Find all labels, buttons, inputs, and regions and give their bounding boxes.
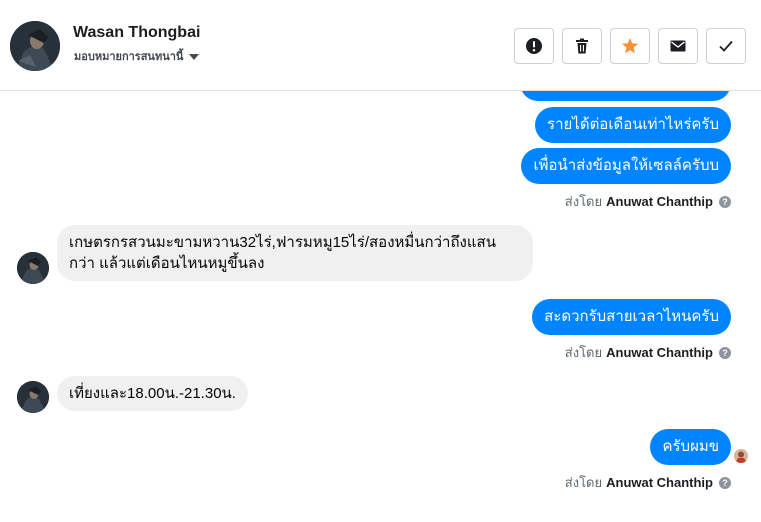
- sent-by-prefix: ส่งโดย: [564, 345, 603, 360]
- exclamation-icon: [526, 38, 542, 54]
- mark-done-button[interactable]: [706, 28, 746, 64]
- contact-avatar[interactable]: [10, 21, 60, 71]
- sent-by-label: ส่งโดย Anuwat Chanthip ?: [565, 472, 731, 493]
- contact-avatar-small[interactable]: [17, 381, 49, 413]
- message-text: ครับผมข: [662, 438, 719, 455]
- help-icon[interactable]: ?: [719, 346, 731, 359]
- star-icon: [622, 38, 638, 54]
- message-thread[interactable]: รายได้ต่อเดือนเท่าไหร่ครับ เพื่อนำส่งข้อ…: [0, 91, 761, 522]
- contact-avatar-small[interactable]: [17, 252, 49, 284]
- checkmark-icon: [719, 40, 733, 52]
- message-bubble-out[interactable]: เพื่อนำส่งข้อมูลให้เซลล์ครับบ: [521, 148, 731, 184]
- sent-by-prefix: ส่งโดย: [564, 194, 603, 209]
- help-icon[interactable]: ?: [719, 195, 731, 208]
- message-bubble-out[interactable]: รายได้ต่อเดือนเท่าไหร่ครับ: [535, 107, 731, 143]
- message-text: เพื่อนำส่งข้อมูลให้เซลล์ครับบ: [533, 157, 719, 174]
- envelope-icon: [670, 40, 686, 52]
- message-text: เกษตรกรสวนมะขามหวาน32ไร่,ฟารมหมู15ไร่/สอ…: [69, 234, 496, 272]
- assign-label: มอบหมายการสนทนานี้: [74, 51, 184, 63]
- sent-by-name: Anuwat Chanthip: [606, 194, 713, 209]
- mark-unread-button[interactable]: [658, 28, 698, 64]
- contact-name: Wasan Thongbai: [73, 24, 201, 41]
- message-text: รายได้ต่อเดือนเท่าไหร่ครับ: [547, 116, 719, 133]
- delete-button[interactable]: [562, 28, 602, 64]
- seen-avatar-icon: [734, 449, 748, 463]
- sent-by-label: ส่งโดย Anuwat Chanthip ?: [565, 342, 731, 363]
- message-bubble-clipped[interactable]: [520, 91, 731, 101]
- star-button[interactable]: [610, 28, 650, 64]
- message-bubble-in[interactable]: เกษตรกรสวนมะขามหวาน32ไร่,ฟารมหมู15ไร่/สอ…: [57, 225, 533, 281]
- sent-by-name: Anuwat Chanthip: [606, 475, 713, 490]
- help-icon[interactable]: ?: [719, 476, 731, 489]
- message-bubble-out[interactable]: ครับผมข: [650, 429, 731, 465]
- assign-conversation-dropdown[interactable]: มอบหมายการสนทนานี้: [74, 47, 200, 65]
- message-text: สะดวกรับสายเวลาไหนครับ: [544, 308, 719, 325]
- conversation-header: Wasan Thongbai มอบหมายการสนทนานี้: [0, 0, 761, 91]
- sent-by-prefix: ส่งโดย: [564, 475, 603, 490]
- message-text: เที่ยงและ18.00น.-21.30น.: [69, 385, 236, 402]
- sent-by-label: ส่งโดย Anuwat Chanthip ?: [565, 191, 731, 212]
- report-button[interactable]: [514, 28, 554, 64]
- sent-by-name: Anuwat Chanthip: [606, 345, 713, 360]
- caret-down-icon: [189, 53, 200, 60]
- trash-icon: [576, 38, 588, 54]
- message-bubble-in[interactable]: เที่ยงและ18.00น.-21.30น.: [57, 376, 248, 411]
- message-bubble-out[interactable]: สะดวกรับสายเวลาไหนครับ: [532, 299, 731, 335]
